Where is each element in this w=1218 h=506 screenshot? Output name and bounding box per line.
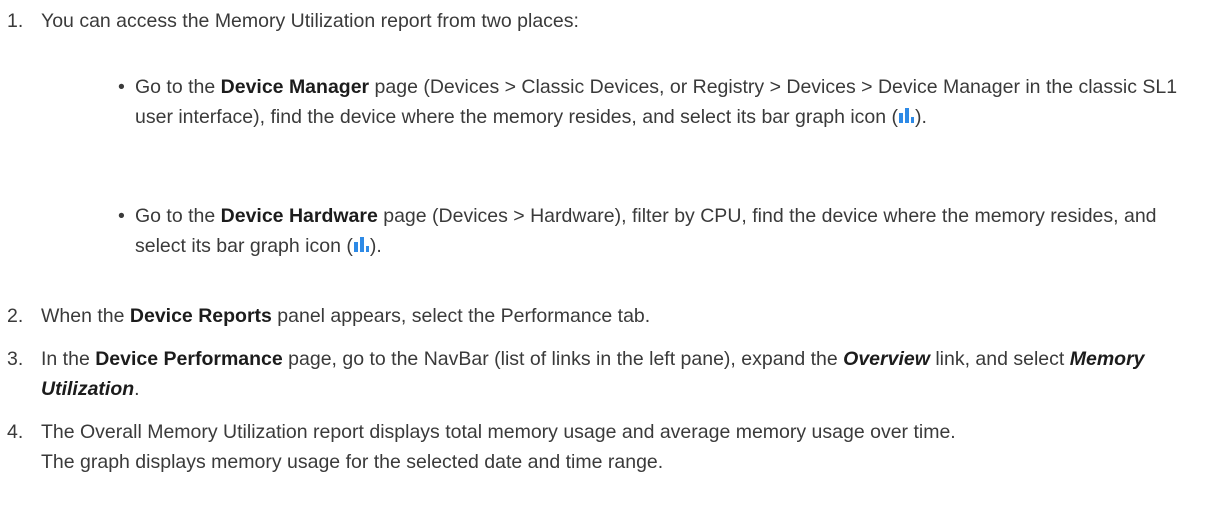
bullet-item: • Go to the Device Hardware page (Device…: [118, 201, 1208, 261]
step-number: 1.: [7, 10, 24, 32]
bar-graph-icon: [353, 237, 369, 252]
step-2: 2. When the Device Reports panel appears…: [0, 301, 1210, 331]
bullet-text: Go to the Device Manager page (Devices >…: [135, 72, 1208, 132]
bold-term: Device Performance: [95, 348, 283, 370]
text-segment: link, and select: [929, 348, 1070, 370]
bullet-marker: •: [118, 205, 125, 227]
text-segment: When the: [41, 305, 130, 327]
text-segment: ).: [369, 235, 382, 257]
step-number: 3.: [7, 348, 24, 370]
bar-graph-icon: [899, 108, 915, 123]
step-1: 1. You can access the Memory Utilization…: [0, 6, 1210, 36]
bold-term: Device Reports: [129, 305, 272, 327]
text-segment: ).: [915, 106, 927, 128]
step-3: 3. In the Device Performance page, go to…: [0, 344, 1210, 404]
step-4: 4. The Overall Memory Utilization report…: [0, 417, 1210, 477]
bullet-item: • Go to the Device Manager page (Devices…: [118, 72, 1208, 132]
step-text: You can access the Memory Utilization re…: [41, 10, 579, 32]
bullet-marker: •: [118, 76, 125, 98]
document-page: 1. You can access the Memory Utilization…: [0, 0, 1218, 506]
step-number: 2.: [7, 305, 24, 327]
text-line: The graph displays memory usage for the …: [41, 451, 664, 473]
step-text: In the Device Performance page, go to th…: [41, 344, 1210, 404]
bold-term: Device Hardware: [220, 205, 378, 227]
step-number: 4.: [7, 421, 24, 443]
text-segment: page, go to the NavBar (list of links in…: [282, 348, 844, 370]
step-text: When the Device Reports panel appears, s…: [41, 301, 1210, 331]
text-segment: Go to the: [135, 205, 221, 227]
step-text: The Overall Memory Utilization report di…: [41, 417, 1210, 477]
bold-term: Device Manager: [220, 76, 370, 98]
text-segment: .: [134, 378, 140, 400]
text-segment: In the: [41, 348, 96, 370]
text-segment: Go to the: [135, 76, 221, 98]
text-line: The Overall Memory Utilization report di…: [41, 421, 956, 443]
bullet-text: Go to the Device Hardware page (Devices …: [135, 201, 1208, 261]
bold-italic-term: Overview: [843, 348, 930, 370]
text-segment: panel appears, select the Performance ta…: [271, 305, 651, 327]
